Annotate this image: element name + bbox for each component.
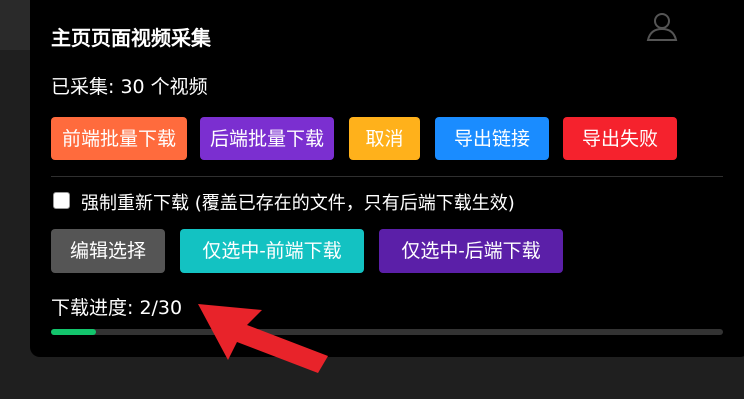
frontend-batch-download-button[interactable]: 前端批量下载 [51,117,187,160]
download-progress-bar [51,329,723,335]
force-redownload-label[interactable]: 强制重新下载 (覆盖已存在的文件，只有后端下载生效) [81,189,515,215]
panel-title: 主页页面视频采集 [51,26,211,50]
force-redownload-checkbox[interactable] [53,192,70,209]
red-arrow-icon [198,304,328,373]
download-progress-fill [51,329,96,335]
section-divider [51,176,723,177]
selected-frontend-download-button[interactable]: 仅选中-前端下载 [180,229,364,273]
cancel-button[interactable]: 取消 [349,117,420,160]
download-progress-label: 下载进度: 2/30 [51,297,183,319]
collected-count: 已采集: 30 个视频 [51,76,208,98]
video-collection-panel: 主页页面视频采集 已采集: 30 个视频 前端批量下载 后端批量下载 取消 导出… [30,0,744,357]
edit-selection-button[interactable]: 编辑选择 [51,229,165,273]
export-failed-button[interactable]: 导出失败 [563,117,677,160]
user-icon[interactable] [644,10,680,42]
background-strip [0,0,30,50]
selected-backend-download-button[interactable]: 仅选中-后端下载 [379,229,563,273]
export-links-button[interactable]: 导出链接 [435,117,549,160]
backend-batch-download-button[interactable]: 后端批量下载 [200,117,334,160]
